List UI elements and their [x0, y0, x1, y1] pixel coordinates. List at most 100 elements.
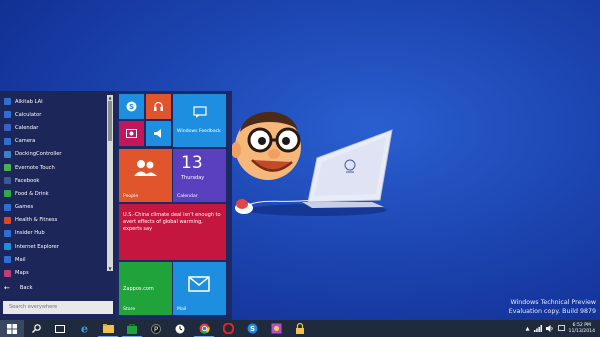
volume-icon[interactable] — [545, 325, 554, 332]
app-list-item[interactable]: Mail — [0, 253, 116, 266]
taskbar-lock-app[interactable] — [288, 320, 312, 337]
app-list-item-label: Maps — [15, 270, 29, 277]
search-input[interactable] — [3, 301, 113, 314]
mail-label: Mail — [177, 307, 187, 312]
evernote-icon — [4, 164, 11, 172]
app-list-item-label: Food & Drink — [15, 190, 49, 197]
taskbar-clock-app[interactable] — [168, 320, 192, 337]
watermark-line-1: Windows Technical Preview — [510, 299, 596, 306]
taskbar-app-p[interactable]: P — [144, 320, 168, 337]
all-apps-list: Alkitab LAI Calculator Calendar Camera Docki… — [0, 91, 116, 320]
tile-store[interactable]: Zappos.com Store — [119, 262, 172, 315]
app-list-item-label: Facebook — [15, 177, 40, 184]
taskbar-store[interactable] — [120, 320, 144, 337]
facebook-icon — [4, 177, 11, 185]
skype-taskbar-icon: S — [247, 323, 257, 334]
tile-voice[interactable] — [146, 121, 171, 146]
taskbar-opera[interactable] — [216, 320, 240, 337]
app-list-item-label: Calendar — [15, 124, 39, 131]
taskbar-app-puzzle[interactable] — [264, 320, 288, 337]
app-list-item-label: Internet Explorer — [15, 243, 59, 250]
app-list-item[interactable]: Food & Drink — [0, 187, 116, 200]
app-list-item[interactable]: Health & Fitness — [0, 214, 116, 227]
app-list-item-label: Evernote Touch — [15, 164, 55, 171]
internet-explorer-icon: e — [81, 323, 88, 334]
calendar-label: Calendar — [177, 194, 198, 199]
app-list-item-label: Games — [15, 204, 34, 211]
store-label: Store — [123, 307, 136, 312]
taskbar-skype[interactable]: S — [240, 320, 264, 337]
tile-calendar[interactable]: 13 Thursday Calendar — [173, 149, 226, 202]
start-menu: Alkitab LAI Calculator Calendar Camera Docki… — [0, 91, 232, 320]
network-icon[interactable] — [533, 325, 542, 332]
clock-icon — [175, 324, 185, 333]
taskbar-file-explorer[interactable] — [96, 320, 120, 337]
build-watermark: Windows Technical Preview Evaluation cop… — [509, 298, 596, 316]
tile-news[interactable]: U.S.-China climate deal isn't enough to … — [119, 204, 226, 260]
health-icon — [4, 216, 11, 224]
app-list-item[interactable]: Alkitab LAI — [0, 95, 116, 108]
calendar-icon — [4, 124, 11, 132]
tile-video[interactable] — [119, 121, 144, 146]
maps-icon — [4, 269, 11, 277]
store-promo-text: Zappos.com — [123, 286, 154, 292]
opera-icon — [222, 323, 234, 334]
people-icon — [134, 160, 157, 176]
app-list-item[interactable]: Facebook — [0, 174, 116, 187]
app-list-item[interactable]: Camera — [0, 135, 116, 148]
start-button[interactable] — [0, 320, 24, 337]
tile-skype[interactable]: S — [119, 94, 144, 119]
puzzle-app-icon — [271, 323, 281, 334]
mail-icon — [188, 276, 210, 292]
taskbar-internet-explorer[interactable]: e — [72, 320, 96, 337]
calculator-icon — [4, 111, 11, 119]
calendar-day: 13 — [181, 153, 203, 173]
task-view-icon — [55, 324, 65, 333]
scroll-up-icon[interactable]: ▲ — [107, 95, 113, 100]
folder-icon — [102, 324, 114, 333]
taskbar-chrome[interactable] — [192, 320, 216, 337]
taskbar: e P S ▲ 6:52 PM 11/13/2014 — [0, 320, 600, 337]
app-list-item-label: DockingController — [15, 151, 62, 158]
back-arrow-icon: ← — [4, 284, 10, 292]
megaphone-icon — [154, 129, 161, 138]
tile-music[interactable] — [146, 94, 171, 119]
p-app-icon: P — [151, 323, 161, 334]
app-list-scrollbar[interactable]: ▲ ▼ — [107, 95, 113, 271]
news-headline: U.S.-China climate deal isn't enough to … — [123, 212, 221, 232]
food-icon — [4, 190, 11, 198]
games-icon — [4, 203, 11, 211]
insider-hub-icon — [4, 229, 11, 237]
app-list-item[interactable]: Calendar — [0, 121, 116, 134]
app-list-item[interactable]: Maps — [0, 266, 116, 279]
app-list-item[interactable]: Evernote Touch — [0, 161, 116, 174]
tile-windows-feedback[interactable]: Windows Feedback — [173, 94, 226, 147]
app-list-item[interactable]: DockingController — [0, 148, 116, 161]
app-list-item-label: Mail — [15, 256, 26, 263]
svg-text:e: e — [81, 323, 88, 334]
tray-overflow-icon[interactable]: ▲ — [526, 326, 530, 332]
svg-text:S: S — [129, 103, 134, 111]
svg-text:P: P — [154, 325, 158, 333]
app-list-item-label: Camera — [15, 138, 36, 145]
taskbar-clock[interactable]: 6:52 PM 11/13/2014 — [569, 323, 595, 335]
back-label: Back — [19, 285, 33, 291]
svg-text:S: S — [249, 325, 254, 333]
app-list-item[interactable]: Internet Explorer — [0, 240, 116, 253]
app-list-item[interactable]: Games — [0, 201, 116, 214]
search-icon — [31, 324, 41, 333]
tile-mail[interactable]: Mail — [173, 262, 226, 315]
app-list-item[interactable]: Calculator — [0, 108, 116, 121]
task-view-button[interactable] — [48, 320, 72, 337]
desktop[interactable]: Alkitab LAI Calculator Calendar Camera Docki… — [0, 0, 600, 320]
skype-icon: S — [126, 101, 137, 112]
search-button[interactable] — [24, 320, 48, 337]
scroll-down-icon[interactable]: ▼ — [107, 266, 113, 271]
action-center-icon[interactable] — [557, 325, 565, 332]
scrollbar-thumb[interactable] — [108, 101, 112, 141]
app-list-item[interactable]: Insider Hub — [0, 227, 116, 240]
tile-people[interactable]: People — [119, 149, 172, 202]
feedback-icon — [193, 106, 207, 118]
app-list-item-label: Health & Fitness — [15, 217, 58, 224]
back-button[interactable]: ← Back — [4, 284, 32, 292]
